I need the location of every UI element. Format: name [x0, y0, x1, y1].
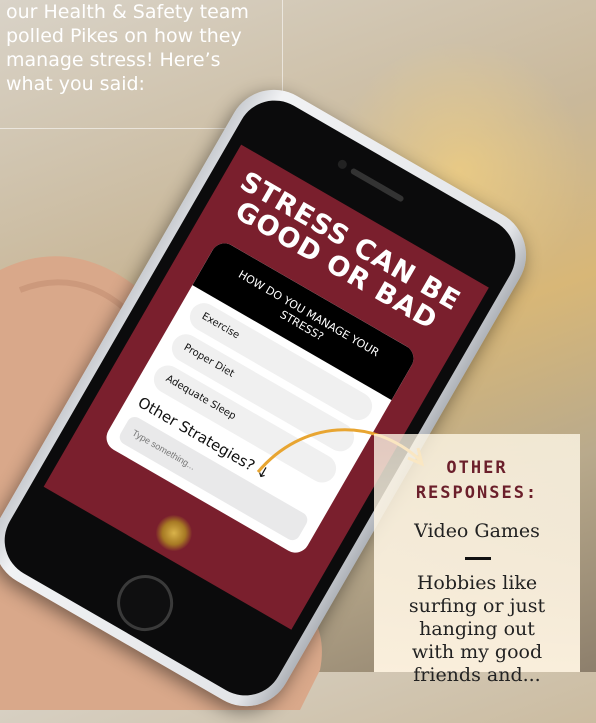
other-responses-panel: OTHER RESPONSES: Video Games Hobbies lik… [374, 434, 580, 686]
intro-text: our Health & Safety team polled Pikes on… [6, 1, 249, 95]
fraternity-crest-icon [149, 508, 199, 558]
response-item: Hobbies like surfing or just hanging out… [408, 572, 546, 686]
divider [465, 557, 491, 560]
other-responses-title: OTHER RESPONSES: [415, 458, 539, 503]
response-item: Video Games [414, 520, 540, 542]
